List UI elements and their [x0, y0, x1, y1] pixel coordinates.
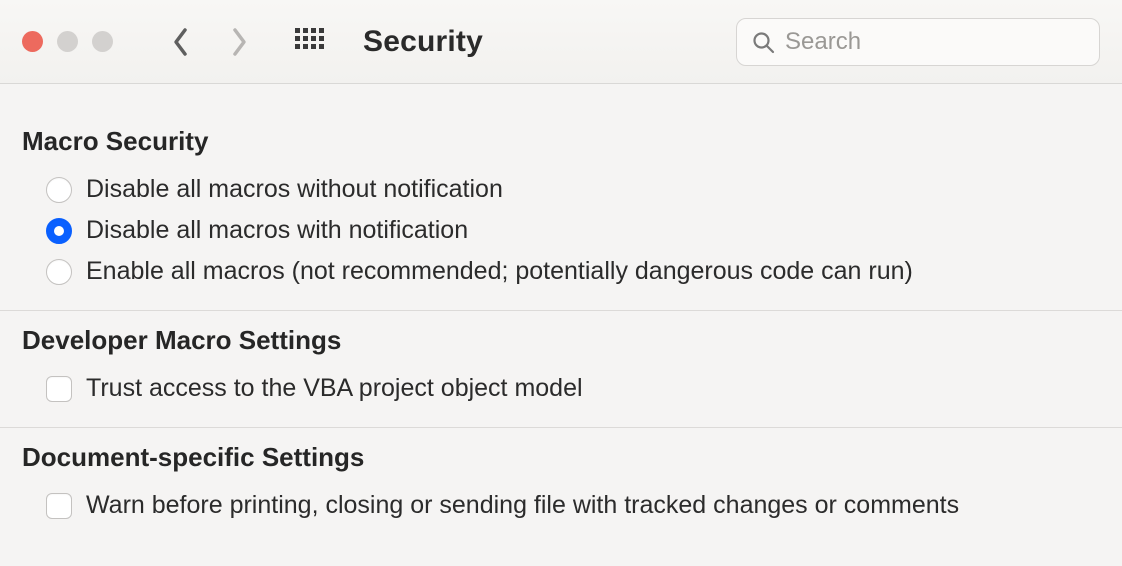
checkbox-option-trust-vba[interactable]: Trust access to the VBA project object m… — [22, 368, 1100, 409]
back-button[interactable] — [171, 26, 191, 58]
search-icon — [751, 30, 775, 54]
checkbox[interactable] — [46, 376, 72, 402]
checkbox[interactable] — [46, 493, 72, 519]
content: Macro Security Disable all macros withou… — [0, 84, 1122, 526]
grid-icon — [294, 27, 324, 57]
checkbox-option-warn-tracked-changes[interactable]: Warn before printing, closing or sending… — [22, 485, 1100, 526]
section-title-document-specific: Document-specific Settings — [22, 428, 1100, 485]
search-field[interactable] — [736, 18, 1100, 66]
radio-option-disable-without-notification[interactable]: Disable all macros without notification — [22, 169, 1100, 210]
section-title-developer: Developer Macro Settings — [22, 311, 1100, 368]
nav-group — [171, 26, 249, 58]
radio-label: Disable all macros without notification — [86, 175, 503, 204]
section-developer-macro-settings: Developer Macro Settings Trust access to… — [0, 311, 1122, 409]
toolbar: Security — [0, 0, 1122, 84]
radio-button[interactable] — [46, 218, 72, 244]
window-close-button[interactable] — [22, 31, 43, 52]
section-macro-security: Macro Security Disable all macros withou… — [0, 102, 1122, 292]
radio-button[interactable] — [46, 177, 72, 203]
section-title-macro-security: Macro Security — [22, 102, 1100, 169]
radio-button[interactable] — [46, 259, 72, 285]
page-title: Security — [363, 25, 483, 59]
window-maximize-button[interactable] — [92, 31, 113, 52]
forward-button[interactable] — [229, 26, 249, 58]
section-document-specific: Document-specific Settings Warn before p… — [0, 428, 1122, 526]
chevron-left-icon — [172, 27, 190, 57]
checkbox-label: Trust access to the VBA project object m… — [86, 374, 583, 403]
radio-option-disable-with-notification[interactable]: Disable all macros with notification — [22, 210, 1100, 251]
radio-label: Disable all macros with notification — [86, 216, 468, 245]
window-minimize-button[interactable] — [57, 31, 78, 52]
radio-label: Enable all macros (not recommended; pote… — [86, 257, 913, 286]
search-input[interactable] — [785, 28, 1085, 56]
radio-option-enable-all[interactable]: Enable all macros (not recommended; pote… — [22, 251, 1100, 292]
checkbox-label: Warn before printing, closing or sending… — [86, 491, 959, 520]
show-all-button[interactable] — [293, 26, 325, 58]
window-controls — [22, 31, 113, 52]
chevron-right-icon — [230, 27, 248, 57]
